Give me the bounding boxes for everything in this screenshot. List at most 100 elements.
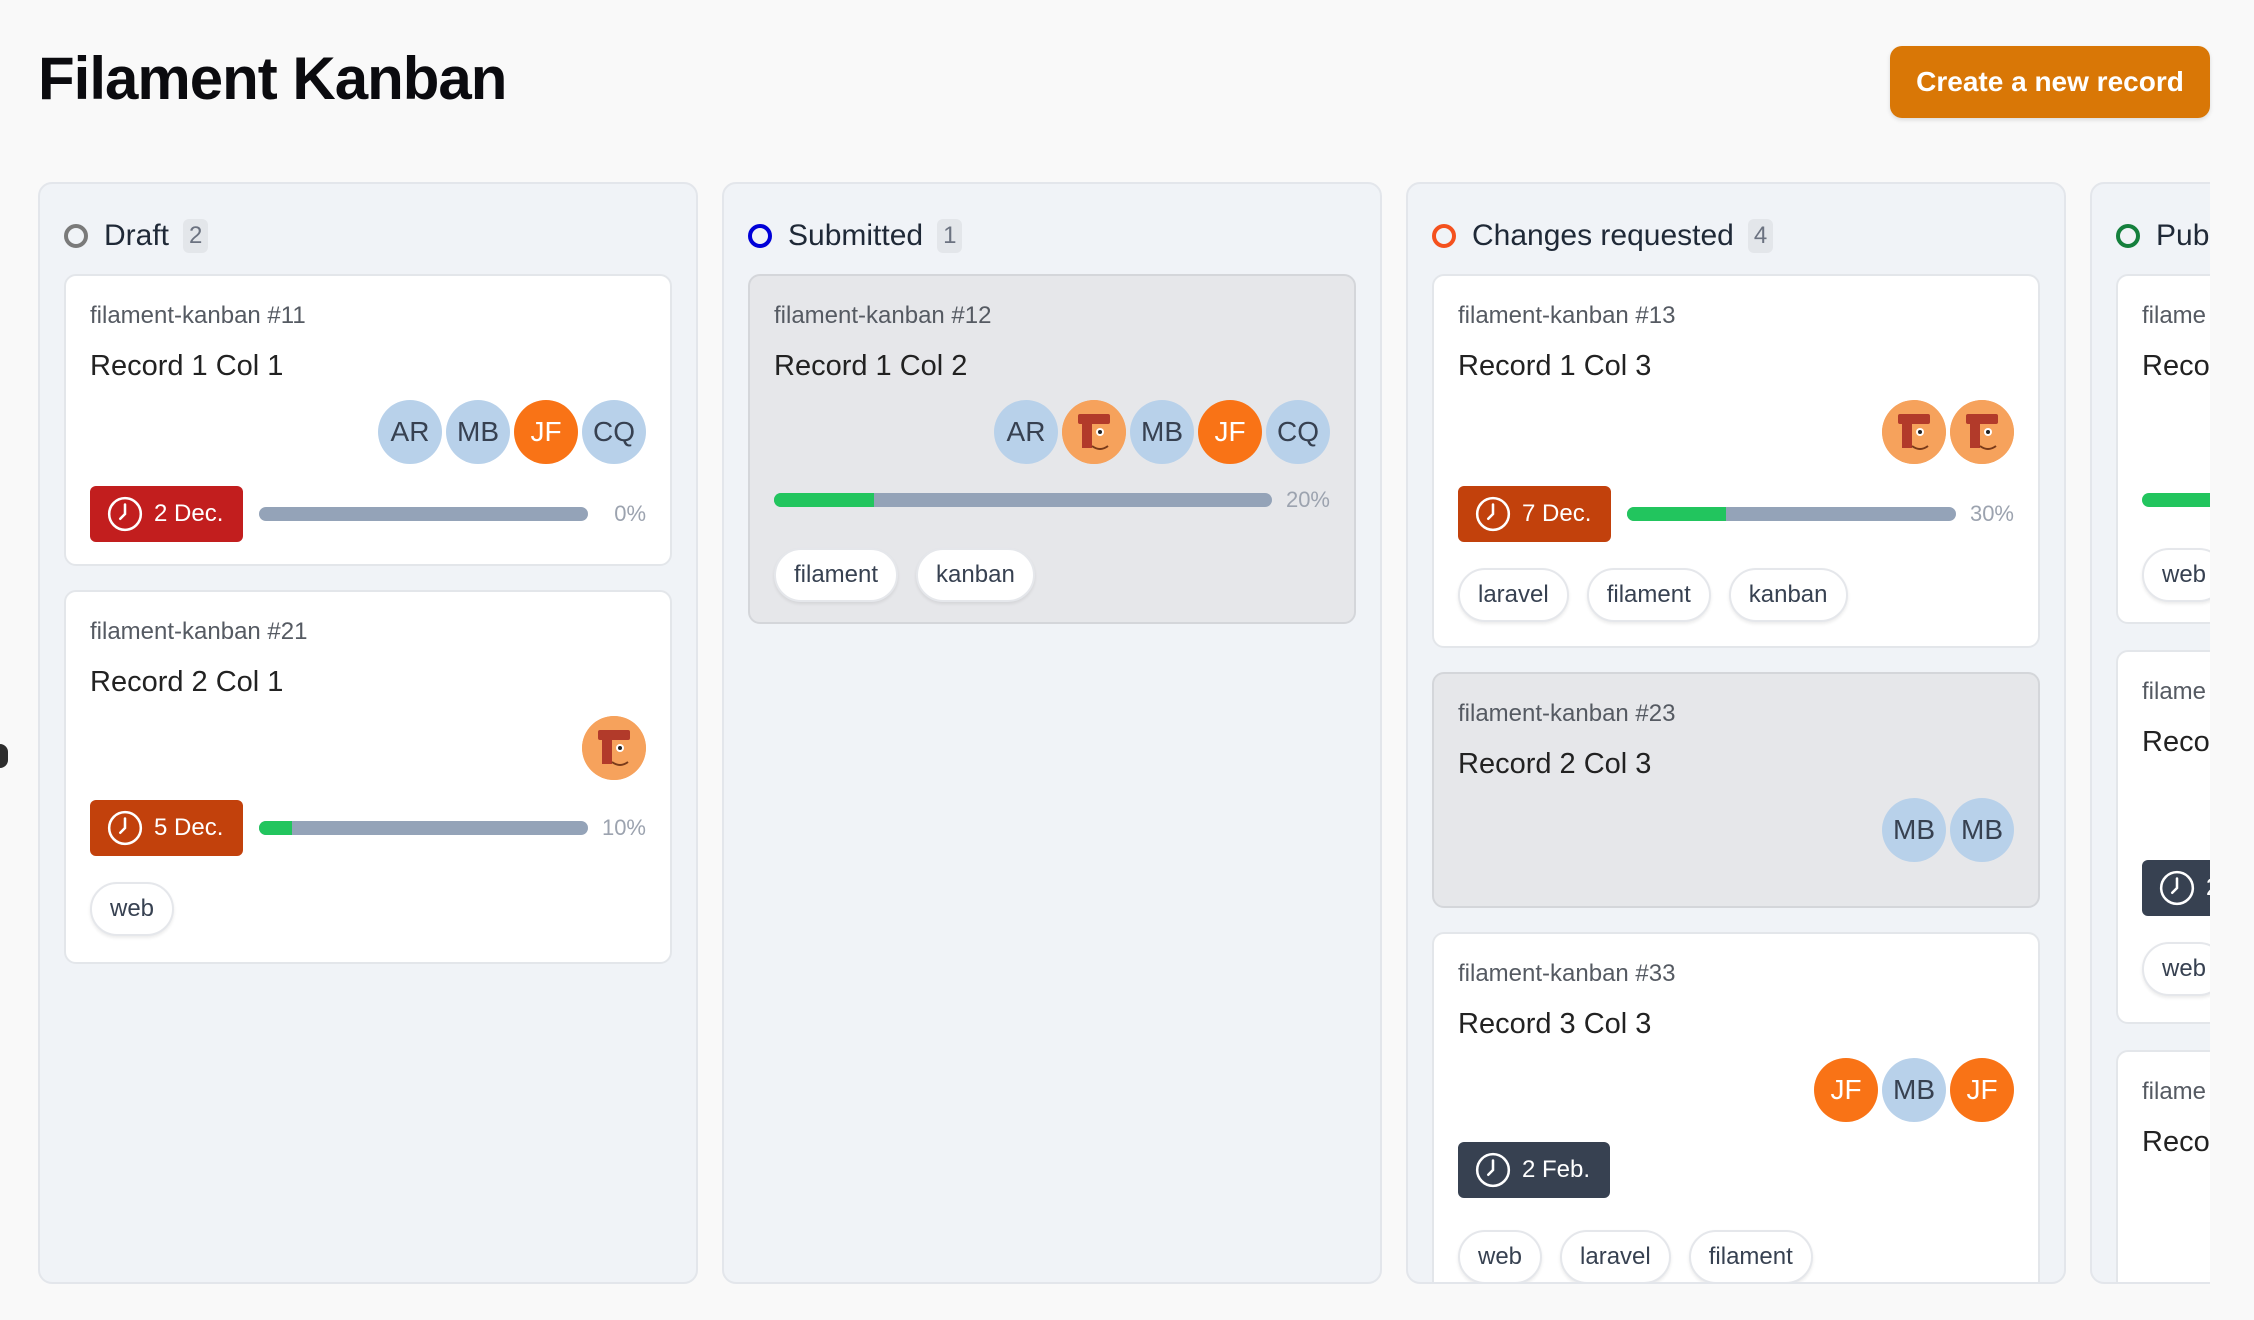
card-title: Reco — [2142, 1126, 2210, 1158]
progress-percent: 30% — [1969, 501, 2014, 526]
kanban-card[interactable]: filame Reco 2 web — [2116, 650, 2210, 1024]
tag[interactable]: laravel — [1560, 1230, 1671, 1282]
card-meta: 5 Dec. 10% — [90, 800, 646, 856]
tag[interactable]: web — [2142, 548, 2210, 602]
tag-list: web laravel filament — [1458, 1230, 1813, 1282]
page-title: Filament Kanban — [38, 45, 507, 112]
card-meta: 2 Dec. 0% — [90, 486, 646, 542]
tag-list: filament kanban — [774, 548, 1035, 602]
kanban-column-published: Pub filame Reco web filame Reco 2 — [2090, 182, 2210, 1284]
due-date-badge: 2 — [2142, 860, 2210, 916]
tag[interactable]: web — [90, 882, 175, 936]
status-ring-icon — [748, 224, 772, 248]
avatar: MB — [446, 400, 510, 464]
due-date-badge: 7 Dec. — [1458, 486, 1612, 542]
kanban-card[interactable]: filament-kanban #11 Record 1 Col 1 AR MB… — [64, 274, 672, 566]
tag[interactable]: filament — [1688, 1230, 1813, 1282]
avatar: MB — [1130, 400, 1194, 464]
status-ring-icon — [64, 224, 88, 248]
card-id: filament-kanban #23 — [1458, 700, 1676, 727]
kanban-card[interactable]: filament-kanban #21 Record 2 Col 1 5 Dec… — [64, 590, 672, 964]
tag[interactable]: web — [2142, 942, 2210, 996]
progress-bar — [2142, 493, 2210, 507]
due-date-badge: 2 Dec. — [90, 486, 244, 542]
card-title: Record 3 Col 3 — [1458, 1008, 1652, 1040]
avatar: MB — [1950, 798, 2014, 862]
card-id: filament-kanban #33 — [1458, 960, 1676, 987]
column-title: Submitted — [788, 219, 924, 252]
column-title: Pub — [2156, 219, 2210, 252]
avatar: JF — [1198, 400, 1262, 464]
assignee-avatars: AR MB JF CQ — [994, 400, 1330, 464]
progress-bar: 30% — [1627, 501, 2014, 527]
column-title: Changes requested — [1472, 219, 1734, 252]
progress-bar: 0% — [259, 501, 646, 527]
card-title: Record 2 Col 1 — [90, 666, 284, 698]
card-id: filament-kanban #12 — [774, 302, 992, 329]
column-header: Pub — [2116, 214, 2210, 258]
card-title: Reco — [2142, 726, 2210, 758]
kanban-card[interactable]: filament-kanban #33 Record 3 Col 3 JF MB… — [1432, 932, 2040, 1282]
kanban-card[interactable]: filame Reco web — [2116, 274, 2210, 624]
avatar: JF — [514, 400, 578, 464]
avatar-photo — [582, 716, 646, 780]
tag-list: web — [2142, 548, 2210, 602]
due-date-badge: 2 Feb. — [1458, 1142, 1611, 1198]
kanban-card[interactable]: filament-kanban #13 Record 1 Col 3 7 Dec… — [1432, 274, 2040, 648]
card-meta: 7 Dec. 30% — [1458, 486, 2014, 542]
avatar: MB — [1882, 1058, 1946, 1122]
avatar-photo — [1062, 400, 1126, 464]
column-count-badge: 4 — [1747, 219, 1774, 253]
progress-percent: 10% — [601, 815, 646, 840]
card-id: filame — [2142, 678, 2207, 705]
column-count-badge: 1 — [937, 219, 963, 253]
card-title: Record 2 Col 3 — [1458, 748, 1652, 780]
tag[interactable]: filament — [1586, 568, 1711, 622]
card-meta — [2142, 472, 2210, 528]
card-id: filament-kanban #13 — [1458, 302, 1676, 329]
tag[interactable]: filament — [774, 548, 899, 602]
kanban-board: Draft 2 filament-kanban #11 Record 1 Col… — [38, 182, 2210, 1284]
tag-list: laravel filament kanban — [1458, 568, 1848, 622]
avatar: AR — [994, 400, 1058, 464]
kanban-column-changes-requested: Changes requested 4 filament-kanban #13 … — [1406, 182, 2066, 1284]
card-title: Record 1 Col 1 — [90, 350, 284, 382]
card-meta: 20% — [774, 472, 1330, 528]
clock-icon — [2159, 870, 2195, 906]
assignee-avatars — [582, 716, 646, 780]
tag[interactable]: kanban — [916, 548, 1035, 602]
kanban-card[interactable]: filament-kanban #23 Record 2 Col 3 MB MB — [1432, 672, 2040, 908]
avatar: MB — [1882, 798, 1946, 862]
scroll-handle[interactable] — [0, 744, 8, 768]
column-header: Submitted 1 — [748, 214, 963, 258]
tag[interactable]: kanban — [1728, 568, 1848, 622]
progress-percent: 20% — [1285, 487, 1330, 512]
column-title: Draft — [104, 219, 170, 252]
due-date: 2 Dec. — [154, 500, 224, 527]
assignee-avatars: MB MB — [1882, 798, 2014, 862]
tag[interactable]: laravel — [1458, 568, 1569, 622]
progress-bar: 10% — [259, 815, 646, 841]
assignee-avatars — [1882, 400, 2014, 464]
clock-icon — [107, 496, 143, 532]
due-date-badge: 5 Dec. — [90, 800, 244, 856]
assignee-avatars: JF MB JF — [1814, 1058, 2014, 1122]
avatar: CQ — [1266, 400, 1330, 464]
avatar-photo — [1950, 400, 2014, 464]
tag[interactable]: web — [1458, 1230, 1543, 1282]
avatar-photo — [1882, 400, 1946, 464]
clock-icon — [1475, 496, 1511, 532]
status-ring-icon — [2116, 224, 2140, 248]
card-id: filament-kanban #21 — [90, 618, 308, 645]
create-record-button[interactable]: Create a new record — [1890, 46, 2210, 118]
column-header: Changes requested 4 — [1432, 214, 1774, 258]
column-count-badge: 2 — [183, 219, 209, 253]
kanban-column-submitted: Submitted 1 filament-kanban #12 Record 1… — [722, 182, 1382, 1284]
card-id: filame — [2142, 302, 2207, 329]
kanban-card[interactable]: filament-kanban #12 Record 1 Col 2 AR MB… — [748, 274, 1356, 624]
due-date: 7 Dec. — [1522, 500, 1592, 527]
clock-icon — [107, 810, 143, 846]
kanban-card[interactable]: filame Reco — [2116, 1050, 2210, 1282]
kanban-column-draft: Draft 2 filament-kanban #11 Record 1 Col… — [38, 182, 698, 1284]
progress-bar: 20% — [774, 487, 1330, 513]
